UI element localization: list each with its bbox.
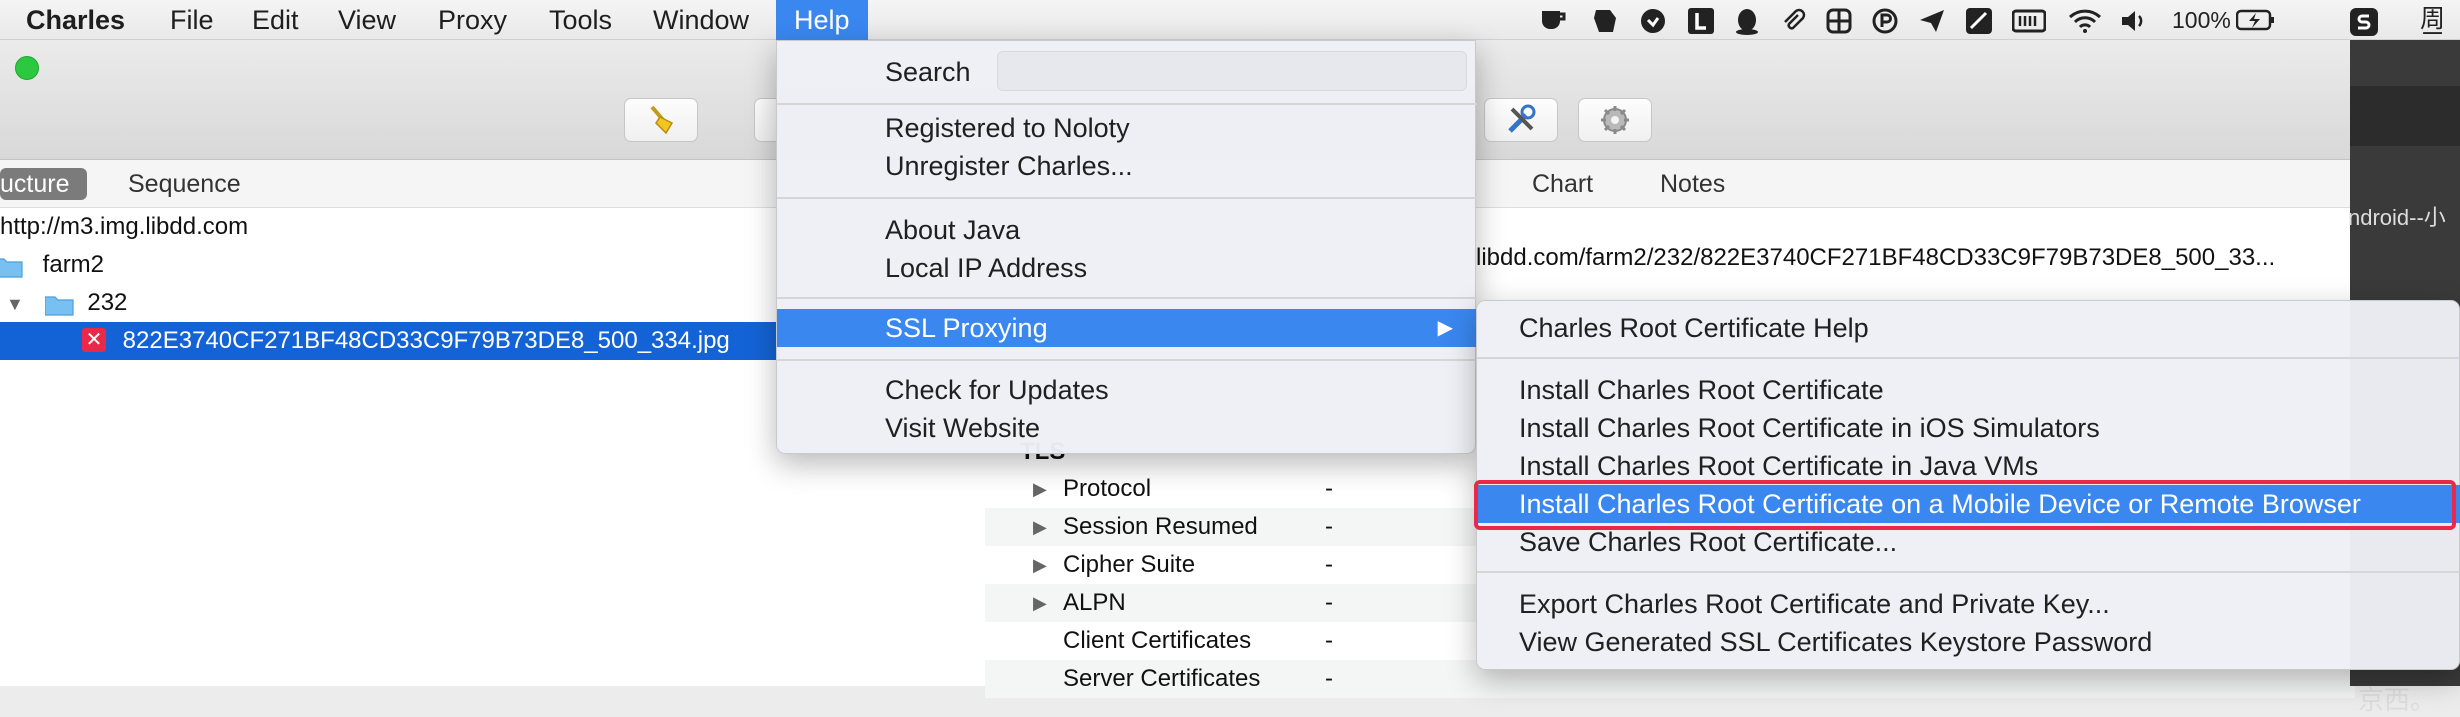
menu-item-export-root[interactable]: Export Charles Root Certificate and Priv… bbox=[1519, 585, 2110, 623]
stats-icon[interactable] bbox=[1966, 8, 1992, 34]
memory-icon[interactable] bbox=[2012, 8, 2046, 33]
menu-item-about-java[interactable]: About Java bbox=[885, 211, 1020, 249]
tree-row-label: http://m3.img.libdd.com bbox=[0, 213, 249, 240]
menu-item-unregister[interactable]: Unregister Charles... bbox=[885, 147, 1133, 185]
proxy-p-icon[interactable] bbox=[1872, 8, 1898, 34]
volume-icon[interactable] bbox=[2120, 8, 2150, 32]
menu-separator bbox=[1477, 357, 2460, 359]
folder-icon bbox=[0, 253, 30, 278]
background-app-text: ndroid--小 bbox=[2348, 205, 2446, 230]
toolbar-button-partial[interactable] bbox=[754, 98, 778, 142]
tab-notes[interactable]: Notes bbox=[1660, 168, 1725, 200]
tls-key: Server Certificates bbox=[1063, 665, 1261, 692]
clear-session-button[interactable] bbox=[624, 98, 698, 142]
menu-window[interactable]: Window bbox=[653, 0, 749, 40]
background-app-bar bbox=[2350, 86, 2460, 146]
settings-button[interactable] bbox=[1578, 98, 1652, 142]
broom-icon bbox=[650, 105, 674, 135]
disclosure-right-icon[interactable]: ▶ bbox=[1033, 546, 1047, 584]
menu-tools[interactable]: Tools bbox=[549, 0, 612, 40]
tls-key: ALPN bbox=[1063, 589, 1126, 616]
menu-separator bbox=[777, 103, 1477, 105]
menu-view[interactable]: View bbox=[338, 0, 396, 40]
menu-bar: Charles File Edit View Proxy Tools Windo… bbox=[0, 0, 2460, 56]
menu-item-install-root[interactable]: Install Charles Root Certificate bbox=[1519, 371, 1884, 409]
tab-chart[interactable]: Chart bbox=[1532, 168, 1593, 200]
help-search-label: Search bbox=[885, 57, 971, 87]
tools-icon bbox=[1508, 104, 1536, 133]
menu-item-ssl-proxying[interactable]: SSL Proxying ▶ bbox=[777, 309, 1477, 347]
menu-item-install-ios[interactable]: Install Charles Root Certificate in iOS … bbox=[1519, 409, 2100, 447]
menu-item-view-keystore[interactable]: View Generated SSL Certificates Keystore… bbox=[1519, 623, 2152, 661]
menu-edit[interactable]: Edit bbox=[252, 0, 299, 40]
menu-file[interactable]: File bbox=[170, 0, 214, 40]
tree-row-label: farm2 bbox=[42, 251, 105, 278]
tls-value: - bbox=[1325, 475, 1333, 502]
battery-percent: 100% bbox=[2172, 7, 2231, 33]
tls-value: - bbox=[1325, 627, 1333, 654]
annotation-highlight-box bbox=[1474, 480, 2456, 530]
tree-row-farm2[interactable]: farm2 bbox=[0, 246, 104, 284]
s-app-icon[interactable] bbox=[2350, 8, 2378, 36]
tls-key: Session Resumed bbox=[1063, 513, 1258, 540]
menubar-clock: 周三 bbox=[2420, 5, 2446, 56]
error-x-icon: ✕ bbox=[82, 327, 106, 352]
folder-icon bbox=[44, 291, 75, 316]
send-icon[interactable] bbox=[1918, 8, 1946, 32]
menu-item-root-cert-help[interactable]: Charles Root Certificate Help bbox=[1519, 309, 1869, 347]
tree-row-selected-file[interactable]: ✕ 822E3740CF271BF48CD33C9F79B73DE8_500_3… bbox=[0, 322, 780, 360]
menu-item-visit-website[interactable]: Visit Website bbox=[885, 409, 1040, 447]
tab-structure[interactable]: ucture bbox=[0, 168, 88, 200]
tls-value: - bbox=[1325, 665, 1333, 692]
tls-key: Client Certificates bbox=[1063, 627, 1252, 654]
menu-proxy[interactable]: Proxy bbox=[438, 0, 507, 40]
letter-l-icon[interactable] bbox=[1688, 8, 1714, 34]
tls-key: Protocol bbox=[1063, 475, 1152, 502]
help-search-input[interactable] bbox=[997, 51, 1467, 91]
zoom-window-button[interactable] bbox=[15, 56, 39, 80]
menu-help[interactable]: Help bbox=[776, 0, 868, 40]
qq-icon[interactable] bbox=[1734, 8, 1760, 35]
tree-row-label: 822E3740CF271BF48CD33C9F79B73DE8_500_334… bbox=[122, 327, 730, 354]
paperclip-icon[interactable] bbox=[1780, 8, 1806, 32]
menu-separator bbox=[777, 197, 1477, 199]
pocket-icon[interactable] bbox=[1640, 8, 1666, 33]
tab-sequence[interactable]: Sequence bbox=[128, 168, 241, 200]
tls-key: Cipher Suite bbox=[1063, 551, 1196, 578]
tree-row-label: 232 bbox=[87, 289, 128, 316]
menu-item-local-ip[interactable]: Local IP Address bbox=[885, 249, 1087, 287]
menu-app-charles[interactable]: Charles bbox=[26, 0, 125, 40]
tree-row-host[interactable]: http://m3.img.libdd.com bbox=[0, 208, 248, 246]
tree-row-232[interactable]: ▼ 232 bbox=[0, 284, 127, 322]
disclosure-right-icon[interactable]: ▶ bbox=[1033, 508, 1047, 546]
grid-icon[interactable] bbox=[1826, 8, 1852, 34]
menu-item-check-updates[interactable]: Check for Updates bbox=[885, 371, 1109, 409]
request-url: libdd.com/farm2/232/822E3740CF271BF48CD3… bbox=[1476, 244, 2276, 271]
evernote-icon[interactable] bbox=[1590, 8, 1620, 32]
gear-icon bbox=[1601, 106, 1629, 134]
tls-value: - bbox=[1325, 513, 1333, 540]
coffee-icon[interactable] bbox=[1538, 8, 1568, 32]
menu-separator bbox=[777, 297, 1477, 299]
submenu-arrow-icon: ▶ bbox=[1437, 317, 1453, 339]
tools-button[interactable] bbox=[1484, 98, 1558, 142]
help-menu: Search Registered to Noloty Unregister C… bbox=[776, 40, 1477, 454]
menu-item-registered: Registered to Noloty bbox=[885, 113, 1130, 143]
disclosure-down-icon[interactable]: ▼ bbox=[6, 285, 24, 323]
disclosure-right-icon[interactable]: ▶ bbox=[1033, 584, 1047, 622]
tls-value: - bbox=[1325, 589, 1333, 616]
tls-value: - bbox=[1325, 551, 1333, 578]
menu-separator bbox=[777, 359, 1477, 361]
battery-icon[interactable] bbox=[2236, 8, 2276, 32]
wifi-icon[interactable] bbox=[2068, 8, 2102, 33]
disclosure-right-icon[interactable]: ▶ bbox=[1033, 470, 1047, 508]
menu-separator bbox=[1477, 571, 2460, 573]
menu-item-label: SSL Proxying bbox=[885, 313, 1048, 343]
